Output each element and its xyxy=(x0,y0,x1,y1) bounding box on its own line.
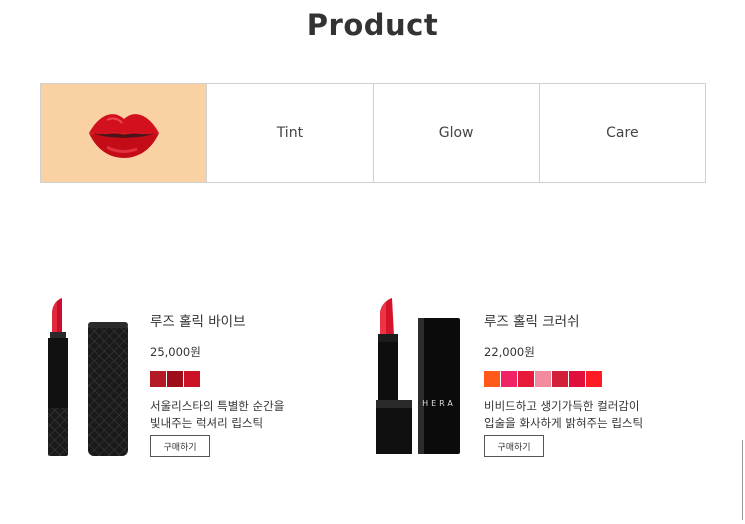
color-swatches xyxy=(484,371,684,387)
product-card: 루즈 홀릭 바이브 25,000원 서울리스타의 특별한 순간을 빛내주는 럭셔… xyxy=(40,296,340,466)
color-swatch[interactable] xyxy=(535,371,551,387)
product-name: 루즈 홀릭 크러쉬 xyxy=(484,314,580,330)
tab-care[interactable]: Care xyxy=(538,84,705,182)
color-swatch[interactable] xyxy=(184,371,200,387)
color-swatch[interactable] xyxy=(552,371,568,387)
tab-tint[interactable]: Tint xyxy=(206,84,373,182)
scrollbar-edge xyxy=(742,440,743,520)
product-card: HERA 루즈 홀릭 크러쉬 22,000원 비비드하고 생기가득한 컬러감이 … xyxy=(374,296,674,466)
product-price: 25,000원 xyxy=(150,345,201,359)
product-description: 서울리스타의 특별한 순간을 빛내주는 럭셔리 립스틱 xyxy=(150,399,285,430)
color-swatch[interactable] xyxy=(586,371,602,387)
color-swatch[interactable] xyxy=(569,371,585,387)
tab-glow[interactable]: Glow xyxy=(372,84,539,182)
buy-button[interactable]: 구매하기 xyxy=(484,435,544,457)
color-swatch[interactable] xyxy=(484,371,500,387)
lipstick-vibe-image xyxy=(48,298,128,456)
color-swatches xyxy=(150,371,350,387)
color-swatch[interactable] xyxy=(150,371,166,387)
buy-button[interactable]: 구매하기 xyxy=(150,435,210,457)
page-title: Product xyxy=(306,8,439,42)
color-swatch[interactable] xyxy=(501,371,517,387)
color-swatch[interactable] xyxy=(518,371,534,387)
product-price: 22,000원 xyxy=(484,345,535,359)
cap-brand-label: HERA xyxy=(422,399,456,408)
lips-icon xyxy=(88,114,159,158)
category-tabs: Tint Glow Care xyxy=(40,83,706,183)
tab-lips[interactable] xyxy=(41,84,207,182)
product-name: 루즈 홀릭 바이브 xyxy=(150,314,246,330)
lipstick-crush-image: HERA xyxy=(376,298,460,454)
color-swatch[interactable] xyxy=(167,371,183,387)
product-description: 비비드하고 생기가득한 컬러감이 입술을 화사하게 밝혀주는 립스틱 xyxy=(484,399,644,430)
